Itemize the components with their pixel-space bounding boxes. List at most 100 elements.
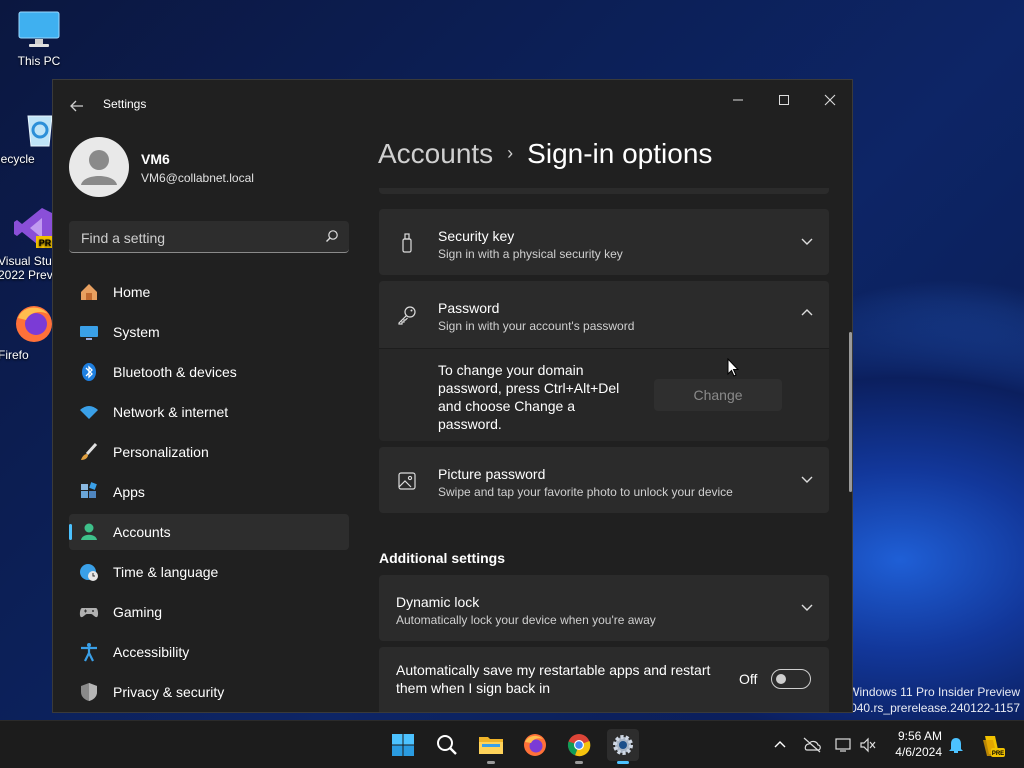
sidebar-item-label: System [113, 324, 160, 340]
back-button[interactable] [63, 94, 91, 118]
card-title: Dynamic lock [396, 594, 480, 610]
globe-clock-icon [79, 562, 99, 582]
settings-taskbar-button[interactable] [607, 729, 639, 764]
sidebar-item-label: Accounts [113, 524, 171, 540]
sidebar-item-network[interactable]: Network & internet [69, 394, 349, 430]
breadcrumb: Accounts › Sign-in options [378, 138, 712, 170]
gamepad-icon [79, 602, 99, 622]
sidebar-item-label: Gaming [113, 604, 163, 620]
taskbar-search-button[interactable] [431, 729, 463, 761]
accounts-icon [79, 522, 99, 542]
sidebar-item-accounts[interactable]: Accounts [69, 514, 349, 550]
speaker-muted-icon [860, 737, 876, 753]
svg-text:PR: PR [39, 238, 52, 248]
taskbar-clock[interactable]: 9:56 AM 4/6/2024 [890, 728, 942, 760]
clock-time: 9:56 AM [897, 729, 942, 743]
sidebar-item-bluetooth[interactable]: Bluetooth & devices [69, 354, 349, 390]
cloud-off-icon [803, 737, 821, 753]
usb-key-icon [402, 233, 412, 253]
clock-date: 4/6/2024 [895, 745, 942, 759]
sidebar-item-home[interactable]: Home [69, 274, 349, 310]
watermark-edition: Windows 11 Pro Insider Preview [848, 685, 1020, 699]
chrome-taskbar-button[interactable] [563, 729, 595, 764]
chevron-up-icon [774, 741, 786, 748]
firefox-taskbar-button[interactable] [519, 729, 551, 761]
restart-apps-toggle[interactable] [771, 669, 811, 689]
maximize-button[interactable] [761, 84, 807, 116]
folder-icon [479, 737, 503, 754]
file-explorer-button[interactable] [475, 729, 507, 764]
onedrive-tray-button[interactable] [800, 729, 824, 761]
chevron-up-icon[interactable] [801, 307, 813, 319]
mouse-cursor-icon [727, 358, 739, 377]
chevron-down-icon[interactable] [801, 601, 813, 613]
close-button[interactable] [807, 84, 852, 116]
firefox-icon [524, 734, 546, 756]
shield-icon [79, 682, 99, 702]
card-title: Password [438, 300, 500, 316]
bell-icon [949, 738, 963, 753]
sidebar-item-system[interactable]: System [69, 314, 349, 350]
toggle-state-label: Off [739, 671, 758, 687]
user-profile[interactable]: VM6 VM6@collabnet.local [69, 137, 349, 201]
card-subtitle: Sign in with a physical security key [438, 247, 623, 261]
search-input[interactable] [79, 227, 313, 249]
svg-text:PRE: PRE [992, 751, 1004, 757]
notifications-button[interactable] [944, 729, 968, 761]
desktop-icon-visual-studio[interactable]: PR Visual Stu 2022 Prev [0, 206, 58, 282]
security-key-card[interactable]: Security key Sign in with a physical sec… [379, 209, 829, 275]
start-button[interactable] [387, 729, 419, 761]
network-tray-button[interactable] [832, 729, 856, 761]
copilot-button[interactable]: PRE [976, 729, 1008, 761]
show-hidden-icons-button[interactable] [768, 729, 792, 761]
sidebar-item-apps[interactable]: Apps [69, 474, 349, 510]
sidebar-item-label: Network & internet [113, 404, 229, 420]
system-icon [79, 322, 99, 342]
title-bar[interactable]: Settings [53, 80, 852, 128]
card-title: Picture password [438, 466, 546, 482]
sidebar-item-time-language[interactable]: Time & language [69, 554, 349, 590]
firefox-icon [14, 302, 54, 344]
close-icon [824, 94, 836, 106]
search-box[interactable] [69, 221, 349, 253]
desktop-icon-this-pc[interactable]: This PC [1, 10, 77, 68]
sidebar-item-gaming[interactable]: Gaming [69, 594, 349, 630]
sidebar-nav: Home System Bluetooth & devices Network … [69, 274, 349, 712]
dynamic-lock-card[interactable]: Dynamic lock Automatically lock your dev… [379, 575, 829, 641]
home-icon [79, 282, 99, 302]
user-email: VM6@collabnet.local [141, 171, 254, 185]
sidebar-item-personalization[interactable]: Personalization [69, 434, 349, 470]
card-title: Security key [438, 228, 515, 244]
windows-logo-icon [392, 734, 414, 756]
minimize-button[interactable] [715, 84, 761, 116]
previous-card-edge [379, 188, 829, 194]
chevron-down-icon[interactable] [801, 473, 813, 485]
accessibility-icon [79, 642, 99, 662]
sidebar-item-accessibility[interactable]: Accessibility [69, 634, 349, 670]
desktop-icon-firefox[interactable]: Firefo [0, 302, 58, 362]
search-icon[interactable] [325, 229, 339, 243]
picture-password-card[interactable]: Picture password Swipe and tap your favo… [379, 447, 829, 513]
chevron-down-icon[interactable] [801, 235, 813, 247]
breadcrumb-parent[interactable]: Accounts [378, 138, 493, 169]
gear-icon [613, 735, 633, 755]
password-card[interactable]: Password Sign in with your account's pas… [379, 281, 829, 348]
sidebar-item-label: Accessibility [113, 644, 190, 660]
password-expanded-panel: To change your domain password, press Ct… [379, 348, 829, 441]
maximize-icon [779, 95, 789, 105]
wifi-icon [79, 402, 99, 422]
sidebar-item-privacy-security[interactable]: Privacy & security [69, 674, 349, 710]
watermark-build: 26040.rs_prerelease.240122-1157 [836, 701, 1020, 715]
avatar[interactable] [69, 137, 129, 197]
network-icon [835, 738, 851, 752]
sidebar-item-label: Home [113, 284, 151, 300]
restart-apps-card: Automatically save my restartable apps a… [379, 647, 829, 712]
sidebar-item-label: Bluetooth & devices [113, 364, 237, 380]
change-password-button[interactable]: Change [654, 379, 782, 411]
volume-tray-button[interactable] [856, 729, 880, 761]
user-name: VM6 [141, 151, 170, 167]
scrollbar[interactable] [849, 332, 852, 492]
desktop-icon-label: Firefo [0, 348, 29, 362]
minimize-icon [733, 99, 743, 101]
user-avatar-icon [81, 150, 117, 185]
